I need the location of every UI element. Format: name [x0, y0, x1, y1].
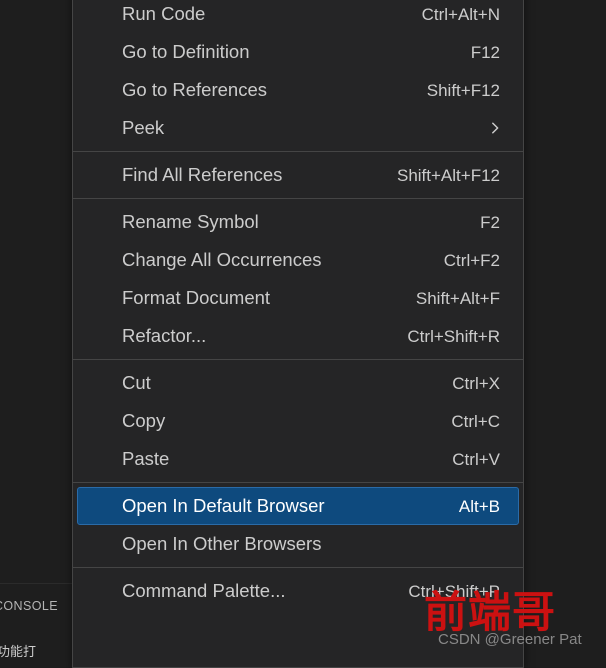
panel-tab-bar: CONSOLE — [0, 597, 58, 619]
menu-item-label: Format Document — [122, 286, 271, 308]
menu-group: Command Palette... Ctrl+Shift+P — [73, 568, 523, 614]
panel-tab-console[interactable]: CONSOLE — [0, 599, 58, 613]
menu-item-run-code[interactable]: Run Code Ctrl+Alt+N — [77, 0, 519, 33]
menu-group: Find All References Shift+Alt+F12 — [73, 152, 523, 198]
menu-item-label: Open In Other Browsers — [122, 532, 322, 554]
menu-group: Run Code Ctrl+Alt+N Go to Definition F12 Go … — [73, 0, 523, 151]
menu-item-label: Rename Symbol — [122, 210, 259, 232]
menu-item-shortcut: F12 — [470, 42, 500, 62]
menu-item-shortcut: Ctrl+Shift+R — [407, 326, 500, 346]
menu-item-label: Run Code — [122, 2, 206, 24]
menu-item-label: Paste — [122, 447, 170, 469]
chevron-right-icon — [492, 122, 499, 134]
menu-item-refactor[interactable]: Refactor... Ctrl+Shift+R — [77, 317, 519, 355]
menu-group: Rename Symbol F2 Change All Occurrences Ctr… — [73, 199, 523, 359]
menu-item-shortcut: Ctrl+F2 — [443, 250, 500, 270]
menu-item-label: Open In Default Browser — [122, 494, 325, 516]
menu-item-go-to-references[interactable]: Go to References Shift+F12 — [77, 71, 519, 109]
menu-item-shortcut: Shift+Alt+F — [415, 288, 500, 308]
menu-item-command-palette[interactable]: Command Palette... Ctrl+Shift+P — [77, 572, 519, 610]
menu-item-cut[interactable]: Cut Ctrl+X — [77, 364, 519, 402]
panel-body-text: 功能打 — [0, 644, 37, 659]
menu-item-label: Refactor... — [122, 324, 207, 346]
menu-item-shortcut: Ctrl+C — [451, 411, 500, 431]
menu-item-open-in-default-browser[interactable]: Open In Default Browser Alt+B — [77, 487, 519, 525]
menu-group: Open In Default Browser Alt+B Open In Othe… — [73, 483, 523, 567]
menu-item-copy[interactable]: Copy Ctrl+C — [77, 402, 519, 440]
menu-item-paste[interactable]: Paste Ctrl+V — [77, 440, 519, 478]
menu-item-shortcut: Ctrl+Alt+N — [421, 4, 500, 24]
menu-item-shortcut: Shift+Alt+F12 — [396, 165, 500, 185]
menu-item-label: Change All Occurrences — [122, 248, 322, 270]
menu-item-shortcut: Ctrl+V — [452, 449, 500, 469]
menu-item-label: Copy — [122, 409, 166, 431]
menu-item-shortcut: F2 — [480, 212, 500, 232]
menu-item-shortcut: Alt+B — [458, 496, 500, 516]
menu-item-label: Go to Definition — [122, 40, 250, 62]
editor-gutter — [0, 0, 72, 658]
context-menu: Run Code Ctrl+Alt+N Go to Definition F12 Go … — [72, 0, 524, 668]
menu-item-shortcut: Ctrl+X — [452, 373, 500, 393]
menu-item-shortcut: Shift+F12 — [426, 80, 500, 100]
editor-right-strip — [524, 0, 606, 658]
menu-item-label: Cut — [122, 371, 151, 393]
menu-item-rename-symbol[interactable]: Rename Symbol F2 — [77, 203, 519, 241]
menu-item-format-document[interactable]: Format Document Shift+Alt+F — [77, 279, 519, 317]
menu-group: Cut Ctrl+X Copy Ctrl+C Paste Ctrl+V — [73, 360, 523, 482]
menu-item-open-in-other-browsers[interactable]: Open In Other Browsers — [77, 525, 519, 563]
menu-item-find-all-references[interactable]: Find All References Shift+Alt+F12 — [77, 156, 519, 194]
menu-item-label: Find All References — [122, 163, 283, 185]
menu-item-label: Command Palette... — [122, 579, 286, 601]
menu-item-go-to-definition[interactable]: Go to Definition F12 — [77, 33, 519, 71]
menu-item-shortcut: Ctrl+Shift+P — [408, 581, 500, 601]
menu-item-peek[interactable]: Peek — [77, 109, 519, 147]
menu-item-label: Go to References — [122, 78, 267, 100]
menu-item-change-all-occurrences[interactable]: Change All Occurrences Ctrl+F2 — [77, 241, 519, 279]
menu-item-label: Peek — [122, 116, 165, 138]
